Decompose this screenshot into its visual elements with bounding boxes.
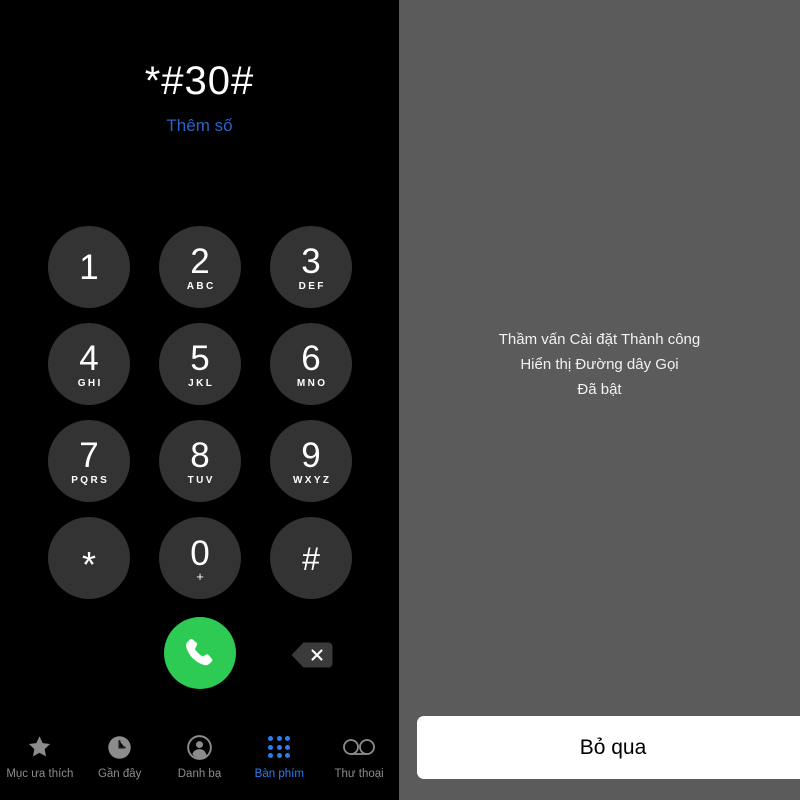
keypad: 1 2 ABC 3 DEF 4 GHI 5 JKL 6 MNO 7 PQRS 8… [48, 226, 352, 599]
tab-voicemail[interactable]: Thư thoại [319, 732, 399, 781]
key-digit: 0 [190, 534, 210, 573]
dialog-pane: Thầm vấn Cài đặt Thành công Hiển thị Đườ… [399, 0, 800, 800]
voicemail-icon [342, 732, 376, 762]
backspace-delete-icon [291, 642, 333, 668]
keypad-key-9[interactable]: 9 WXYZ [270, 420, 352, 502]
keypad-key-8[interactable]: 8 TUV [159, 420, 241, 502]
keypad-key-3[interactable]: 3 DEF [270, 226, 352, 308]
dialer-action-row [0, 617, 399, 691]
tab-label: Thư thoại [334, 768, 384, 780]
key-digit: # [302, 541, 320, 577]
key-letters: MNO [296, 378, 328, 389]
key-letters: DEF [298, 281, 326, 292]
tab-label: Mục ưa thích [6, 768, 74, 780]
key-digit: 1 [79, 248, 99, 287]
key-digit: 7 [79, 436, 99, 475]
key-digit: 4 [79, 339, 99, 378]
dialog-message-line-3: Đã bật [577, 381, 622, 398]
key-digit: 2 [190, 242, 210, 281]
keypad-key-4[interactable]: 4 GHI [48, 323, 130, 405]
key-digit: 9 [301, 436, 321, 475]
delete-backspace-button[interactable] [288, 640, 334, 670]
keypad-key-6[interactable]: 6 MNO [270, 323, 352, 405]
key-digit: 3 [301, 242, 321, 281]
keypad-key-1[interactable]: 1 [48, 226, 130, 308]
dialog-message-line-1: Thầm vấn Cài đặt Thành công [498, 331, 701, 348]
keypad-key-7[interactable]: 7 PQRS [48, 420, 130, 502]
dialed-number: *#30# [144, 59, 255, 103]
keypad-key-star[interactable]: * [48, 517, 130, 599]
keypad-grid-icon [268, 732, 291, 762]
key-letters: GHI [77, 378, 103, 389]
tab-contacts[interactable]: Danh bạ [160, 732, 240, 781]
phone-handset-icon [186, 638, 213, 666]
person-circle-icon [186, 732, 213, 762]
key-letters: TUV [187, 475, 215, 486]
keypad-key-hash[interactable]: # [270, 517, 352, 599]
key-digit: 5 [190, 339, 210, 378]
dial-display: *#30# Thêm số [0, 58, 399, 136]
keypad-key-5[interactable]: 5 JKL [159, 323, 241, 405]
key-digit: * [81, 544, 96, 585]
tab-keypad[interactable]: Bàn phím [239, 732, 319, 781]
key-letters: ABC [186, 281, 216, 292]
keypad-key-2[interactable]: 2 ABC [159, 226, 241, 308]
bottom-tab-bar: Mục ưa thích Gần đây Danh bạ Bàn phím Th… [0, 722, 399, 800]
tab-label: Danh bạ [177, 768, 222, 780]
keypad-key-0[interactable]: 0 + [159, 517, 241, 599]
star-icon [26, 732, 53, 762]
clock-icon [106, 732, 133, 762]
key-letters: + [196, 569, 204, 584]
split-screen-container: *#30# Thêm số 1 2 ABC 3 DEF 4 GHI 5 JKL [0, 0, 800, 800]
tab-favorites[interactable]: Mục ưa thích [0, 732, 80, 781]
add-number-link[interactable]: Thêm số [0, 116, 399, 136]
dialog-message-line-2: Hiển thị Đường dây Gọi [520, 356, 679, 373]
phone-dialer-pane: *#30# Thêm số 1 2 ABC 3 DEF 4 GHI 5 JKL [0, 0, 399, 800]
dialog-message: Thầm vấn Cài đặt Thành công Hiển thị Đườ… [399, 327, 800, 402]
tab-label: Bàn phím [254, 768, 304, 780]
tab-recents[interactable]: Gần đây [80, 732, 160, 781]
call-button[interactable] [164, 617, 236, 689]
key-letters: PQRS [71, 475, 110, 486]
tab-label: Gần đây [97, 768, 142, 780]
dismiss-button[interactable]: Bỏ qua [417, 716, 800, 779]
key-digit: 8 [190, 436, 210, 475]
key-digit: 6 [301, 339, 321, 378]
key-letters: JKL [188, 378, 215, 389]
key-letters: WXYZ [292, 475, 332, 486]
